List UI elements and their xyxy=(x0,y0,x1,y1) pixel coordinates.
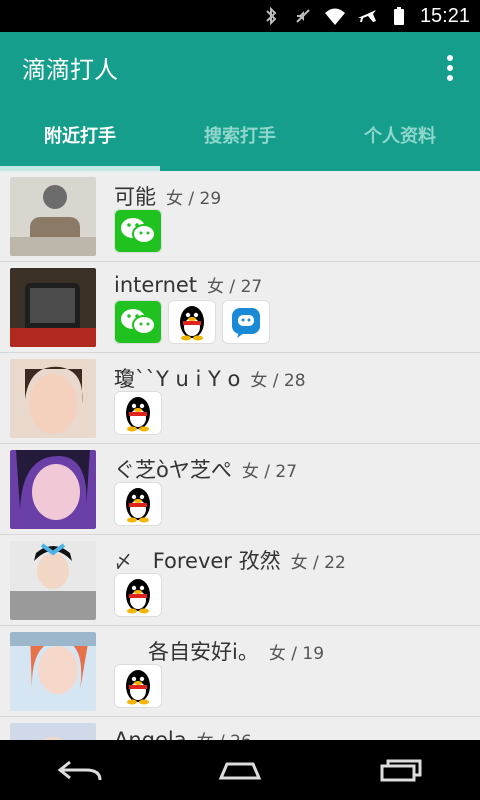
qq-icon[interactable] xyxy=(114,664,162,708)
list-item[interactable]: ぐ芝òヤ芝ぺ女 / 27 xyxy=(0,444,480,535)
contact-badges xyxy=(114,573,162,617)
person-name-text: 各自安好i。 xyxy=(148,640,259,664)
app-title: 滴滴打人 xyxy=(22,56,118,84)
bluetooth-icon xyxy=(260,6,282,26)
person-meta: 女 / 27 xyxy=(241,462,298,482)
person-name: ぐ芝òヤ芝ぺ女 / 27 xyxy=(114,454,297,484)
app-bar: 滴滴打人 xyxy=(0,32,480,104)
contact-badges xyxy=(114,664,162,708)
contact-badges xyxy=(114,300,270,344)
avatar xyxy=(10,723,96,740)
back-icon[interactable] xyxy=(48,750,112,790)
person-name: 瓊``Y u i Y o 女 / 28 xyxy=(114,363,306,393)
overflow-menu-icon[interactable] xyxy=(438,52,462,84)
avatar xyxy=(10,177,96,256)
person-meta: 女 / 27 xyxy=(207,277,263,297)
person-name: internet 女 / 27 xyxy=(114,272,262,297)
avatar xyxy=(10,541,96,620)
airplane-icon xyxy=(356,6,378,26)
people-list[interactable]: 可能女 / 29 internet 女 / 27 瓊``Y u i Y o 女 … xyxy=(0,171,480,740)
wechat-icon[interactable] xyxy=(114,300,162,344)
list-item[interactable]: 〆 Forever 孜然女 / 22 xyxy=(0,535,480,626)
person-name-text: 瓊``Y u i Y o xyxy=(114,367,241,391)
tab-bar: 附近打手 搜索打手 个人资料 xyxy=(0,104,480,171)
tab-profile[interactable]: 个人资料 xyxy=(320,104,480,166)
person-name: 可能女 / 29 xyxy=(114,181,221,211)
person-meta: 女 / 28 xyxy=(250,371,306,391)
wifi-icon xyxy=(324,6,346,26)
avatar xyxy=(10,359,96,438)
person-meta: 女 / 19 xyxy=(268,644,325,664)
person-name-text: Angela xyxy=(114,728,187,740)
system-nav-bar xyxy=(0,740,480,800)
mute-icon xyxy=(292,6,314,26)
person-name: Angela 女 / 26 xyxy=(114,727,252,740)
signature-icon: 〆 xyxy=(114,552,132,573)
qq-icon[interactable] xyxy=(114,482,162,526)
tab-search[interactable]: 搜索打手 xyxy=(160,104,320,166)
contact-badges xyxy=(114,209,162,253)
home-icon[interactable] xyxy=(208,750,272,790)
tab-nearby[interactable]: 附近打手 xyxy=(0,104,160,166)
qq-icon[interactable] xyxy=(114,391,162,435)
recents-icon[interactable] xyxy=(368,750,432,790)
avatar xyxy=(10,450,96,529)
status-bar: 15:21 xyxy=(0,0,480,32)
avatar xyxy=(10,632,96,711)
person-meta: 女 / 29 xyxy=(166,189,222,209)
messenger-icon[interactable] xyxy=(222,300,270,344)
battery-icon xyxy=(388,6,410,26)
wechat-icon[interactable] xyxy=(114,209,162,253)
qq-icon[interactable] xyxy=(114,573,162,617)
person-name-text: internet xyxy=(114,273,198,297)
avatar xyxy=(10,268,96,347)
person-name-text: 可能 xyxy=(114,185,156,209)
list-item[interactable]: 瓊``Y u i Y o 女 / 28 xyxy=(0,353,480,444)
person-name: 各自安好i。女 / 19 xyxy=(114,636,324,666)
contact-badges xyxy=(114,482,162,526)
contact-badges xyxy=(114,391,162,435)
person-name: 〆 Forever 孜然女 / 22 xyxy=(114,545,346,575)
qq-icon[interactable] xyxy=(168,300,216,344)
person-name-text: ぐ芝òヤ芝ぺ xyxy=(114,458,232,482)
list-item[interactable]: Angela 女 / 26 xyxy=(0,717,480,740)
list-item[interactable]: 各自安好i。女 / 19 xyxy=(0,626,480,717)
person-meta: 女 / 22 xyxy=(290,553,346,573)
person-name-text: Forever 孜然 xyxy=(152,549,281,573)
person-meta: 女 / 26 xyxy=(197,732,252,740)
list-item[interactable]: internet 女 / 27 xyxy=(0,262,480,353)
list-item[interactable]: 可能女 / 29 xyxy=(0,171,480,262)
status-time: 15:21 xyxy=(419,4,470,27)
